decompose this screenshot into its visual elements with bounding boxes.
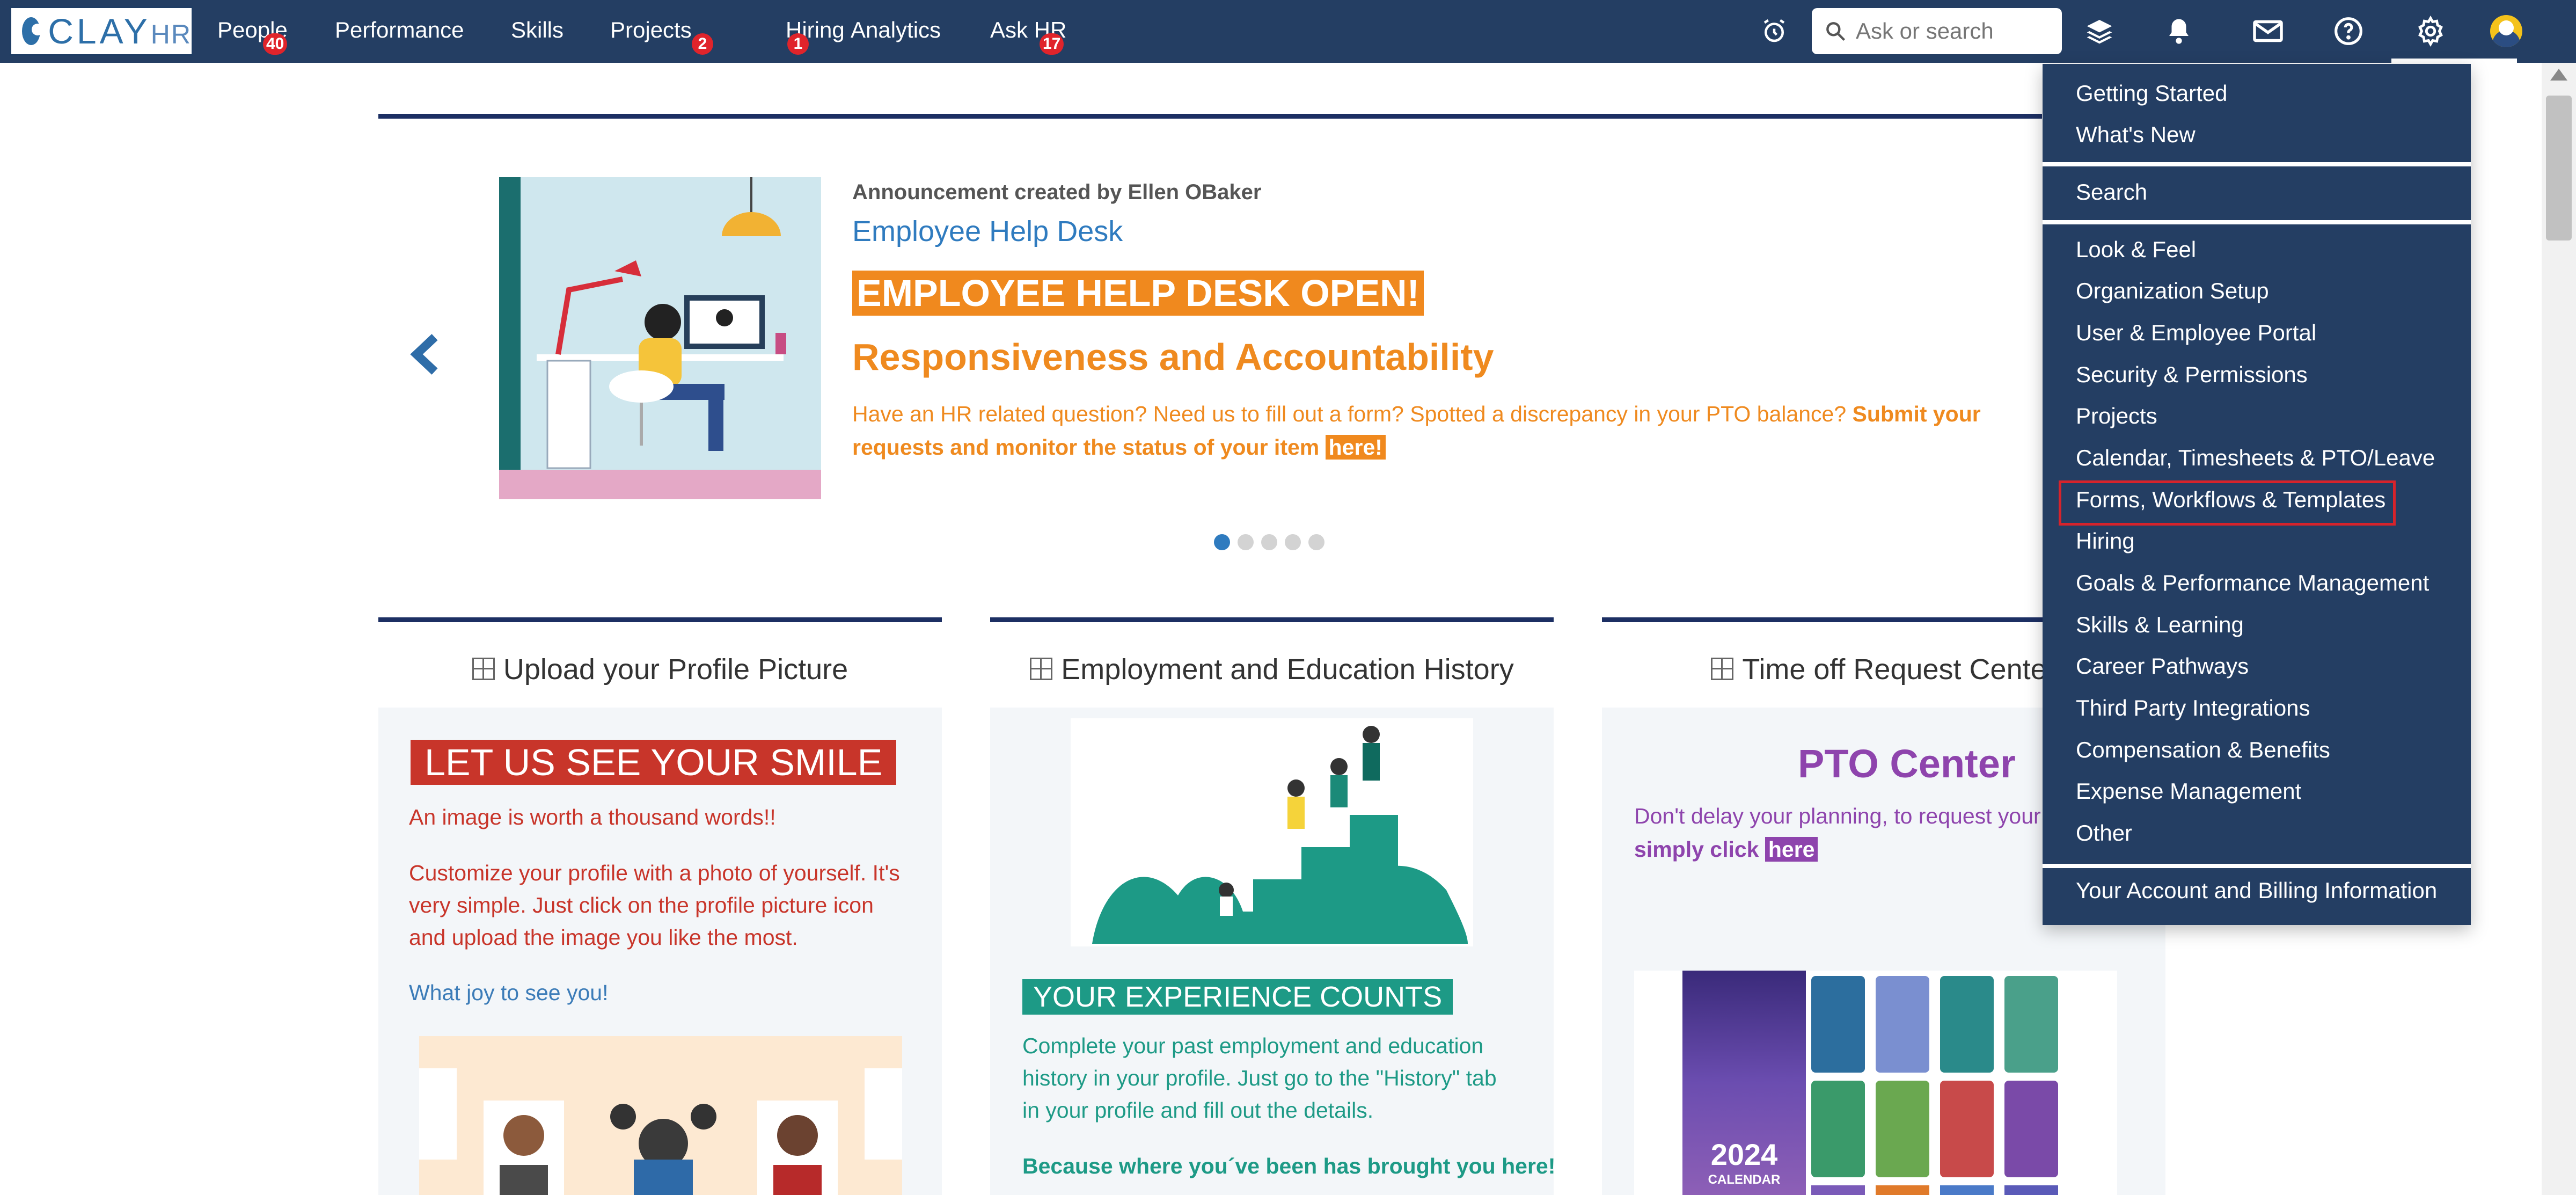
menu-item-expense-management[interactable]: Expense Management: [2076, 777, 2301, 805]
menu-item-security-permissions[interactable]: Security & Permissions: [2076, 361, 2308, 389]
menu-item-goals-performance[interactable]: Goals & Performance Management: [2076, 569, 2429, 597]
announcement-here-link[interactable]: here!: [1325, 435, 1386, 460]
photographer-illustration: [419, 1036, 902, 1195]
clayhr-logo[interactable]: CLAYHR: [10, 6, 193, 56]
history-bold-line: Because where you´ve been has brought yo…: [1022, 1154, 1556, 1178]
menu-item-look-and-feel[interactable]: Look & Feel: [2076, 236, 2196, 264]
menu-item-hiring[interactable]: Hiring: [2076, 527, 2135, 555]
carousel-prev-button[interactable]: [408, 333, 445, 376]
menu-separator: [2043, 162, 2471, 166]
carousel-dot-1[interactable]: [1214, 534, 1230, 550]
calendar-label: CALENDAR: [1708, 1172, 1781, 1187]
gear-icon[interactable]: [2391, 12, 2470, 50]
scrollbar-thumb[interactable]: [2546, 96, 2572, 241]
scroll-up-arrow-icon[interactable]: [2550, 69, 2567, 81]
carousel-dot-5[interactable]: [1308, 534, 1324, 550]
menu-item-other[interactable]: Other: [2076, 819, 2132, 847]
menu-item-organization-setup[interactable]: Organization Setup: [2076, 277, 2269, 305]
profile-joy-text: What joy to see you!: [409, 980, 609, 1005]
widget-grid-icon: [1030, 658, 1053, 680]
pto-center-headline: PTO Center: [1798, 741, 2016, 786]
user-avatar[interactable]: [2490, 15, 2522, 47]
menu-separator: [2043, 220, 2471, 224]
menu-separator: [2043, 864, 2471, 868]
menu-item-third-party-integrations[interactable]: Third Party Integrations: [2076, 694, 2310, 722]
carousel-dot-4[interactable]: [1285, 534, 1301, 550]
pto-here-link[interactable]: here: [1765, 837, 1818, 862]
experience-headline: YOUR EXPERIENCE COUNTS: [1022, 979, 1453, 1015]
carousel-dot-3[interactable]: [1261, 534, 1277, 550]
profile-paragraph-2: very simple. Just click on the profile p…: [409, 893, 874, 917]
announcement-body: Have an HR related question? Need us to …: [852, 397, 2060, 464]
menu-item-projects[interactable]: Projects: [2076, 402, 2157, 430]
profile-tagline: An image is worth a thousand words!!: [409, 805, 776, 829]
calendar-year: 2024: [1710, 1138, 1778, 1171]
pto-paragraph-1: Don't delay your planning, to request yo…: [1634, 804, 2041, 828]
announcement-headline: EMPLOYEE HELP DESK OPEN!: [852, 271, 1424, 316]
top-navigation-bar: CLAYHR People 40 Performance Skills Proj…: [0, 0, 2576, 63]
menu-item-career-pathways[interactable]: Career Pathways: [2076, 652, 2249, 680]
settings-dropdown-menu: Getting Started What's New Search Look &…: [2043, 64, 2471, 925]
calendar-illustration: 2024 CALENDAR: [1634, 971, 2117, 1195]
menu-item-getting-started[interactable]: Getting Started: [2076, 79, 2228, 107]
help-desk-illustration: [499, 177, 821, 499]
help-icon[interactable]: [2329, 12, 2368, 50]
card-title: Upload your Profile Picture: [503, 653, 848, 686]
widget-grid-icon: [1711, 658, 1734, 680]
announcement-author: Announcement created by Ellen OBaker: [852, 180, 1262, 204]
alarm-clock-icon[interactable]: [1755, 12, 1794, 50]
hiring-badge: 1: [787, 33, 809, 55]
history-paragraph-2: history in your profile. Just go to the …: [1022, 1066, 1497, 1090]
menu-item-search[interactable]: Search: [2076, 178, 2147, 206]
smile-headline: LET US SEE YOUR SMILE: [411, 740, 897, 785]
menu-item-whats-new[interactable]: What's New: [2076, 121, 2196, 149]
card-title: Employment and Education History: [1061, 653, 1514, 686]
people-badge: 40: [263, 33, 288, 55]
pto-click-prefix: simply click: [1634, 837, 1759, 862]
nav-item-projects[interactable]: Projects: [610, 17, 692, 43]
ask-hr-badge: 17: [1040, 33, 1064, 55]
bell-icon[interactable]: [2160, 12, 2198, 50]
card-divider: [378, 617, 942, 622]
layers-icon[interactable]: [2080, 12, 2119, 50]
section-divider: [378, 114, 2042, 119]
chevron-left-icon: [410, 334, 438, 375]
logo-suffix: HR: [150, 19, 192, 49]
profile-paragraph-1: Customize your profile with a photo of y…: [409, 861, 900, 885]
menu-item-forms-workflows-templates[interactable]: Forms, Workflows & Templates: [2076, 486, 2385, 514]
projects-badge: 2: [692, 33, 713, 55]
history-paragraph-3: in your profile and fill out the details…: [1022, 1098, 1374, 1123]
logo-mark-icon: [22, 17, 44, 45]
menu-item-user-employee-portal[interactable]: User & Employee Portal: [2076, 319, 2316, 347]
profile-paragraph-3: and upload the image you like the most.: [409, 925, 798, 950]
search-icon: [1826, 22, 1846, 41]
envelope-icon[interactable]: [2249, 12, 2287, 50]
logo-text: CLAY: [48, 11, 151, 51]
announcement-subheadline: Responsiveness and Accountability: [852, 336, 1494, 378]
pto-paragraph-2: simply click here: [1634, 833, 1818, 865]
widget-grid-icon: [472, 658, 495, 680]
history-paragraph-1: Complete your past employment and educat…: [1022, 1033, 1484, 1058]
announcement-title-link[interactable]: Employee Help Desk: [852, 215, 1123, 248]
search-box[interactable]: [1812, 8, 2062, 54]
nav-item-performance[interactable]: Performance: [335, 17, 464, 43]
announcement-body-text: Have an HR related question? Need us to …: [852, 402, 1847, 426]
menu-item-skills-learning[interactable]: Skills & Learning: [2076, 611, 2244, 639]
card-divider: [990, 617, 1554, 622]
nav-item-skills[interactable]: Skills: [511, 17, 564, 43]
carousel-dot-2[interactable]: [1238, 534, 1254, 550]
carousel-dots: [1214, 534, 1324, 550]
menu-item-account-billing[interactable]: Your Account and Billing Information: [2076, 877, 2437, 905]
climbing-stairs-illustration: [1071, 718, 1473, 946]
menu-item-compensation-benefits[interactable]: Compensation & Benefits: [2076, 736, 2330, 764]
card-title: Time off Request Center: [1742, 653, 2057, 686]
menu-item-calendar-timesheets-pto[interactable]: Calendar, Timesheets & PTO/Leave: [2076, 444, 2435, 472]
nav-item-analytics[interactable]: Analytics: [851, 17, 941, 43]
search-input[interactable]: [1855, 18, 2050, 45]
